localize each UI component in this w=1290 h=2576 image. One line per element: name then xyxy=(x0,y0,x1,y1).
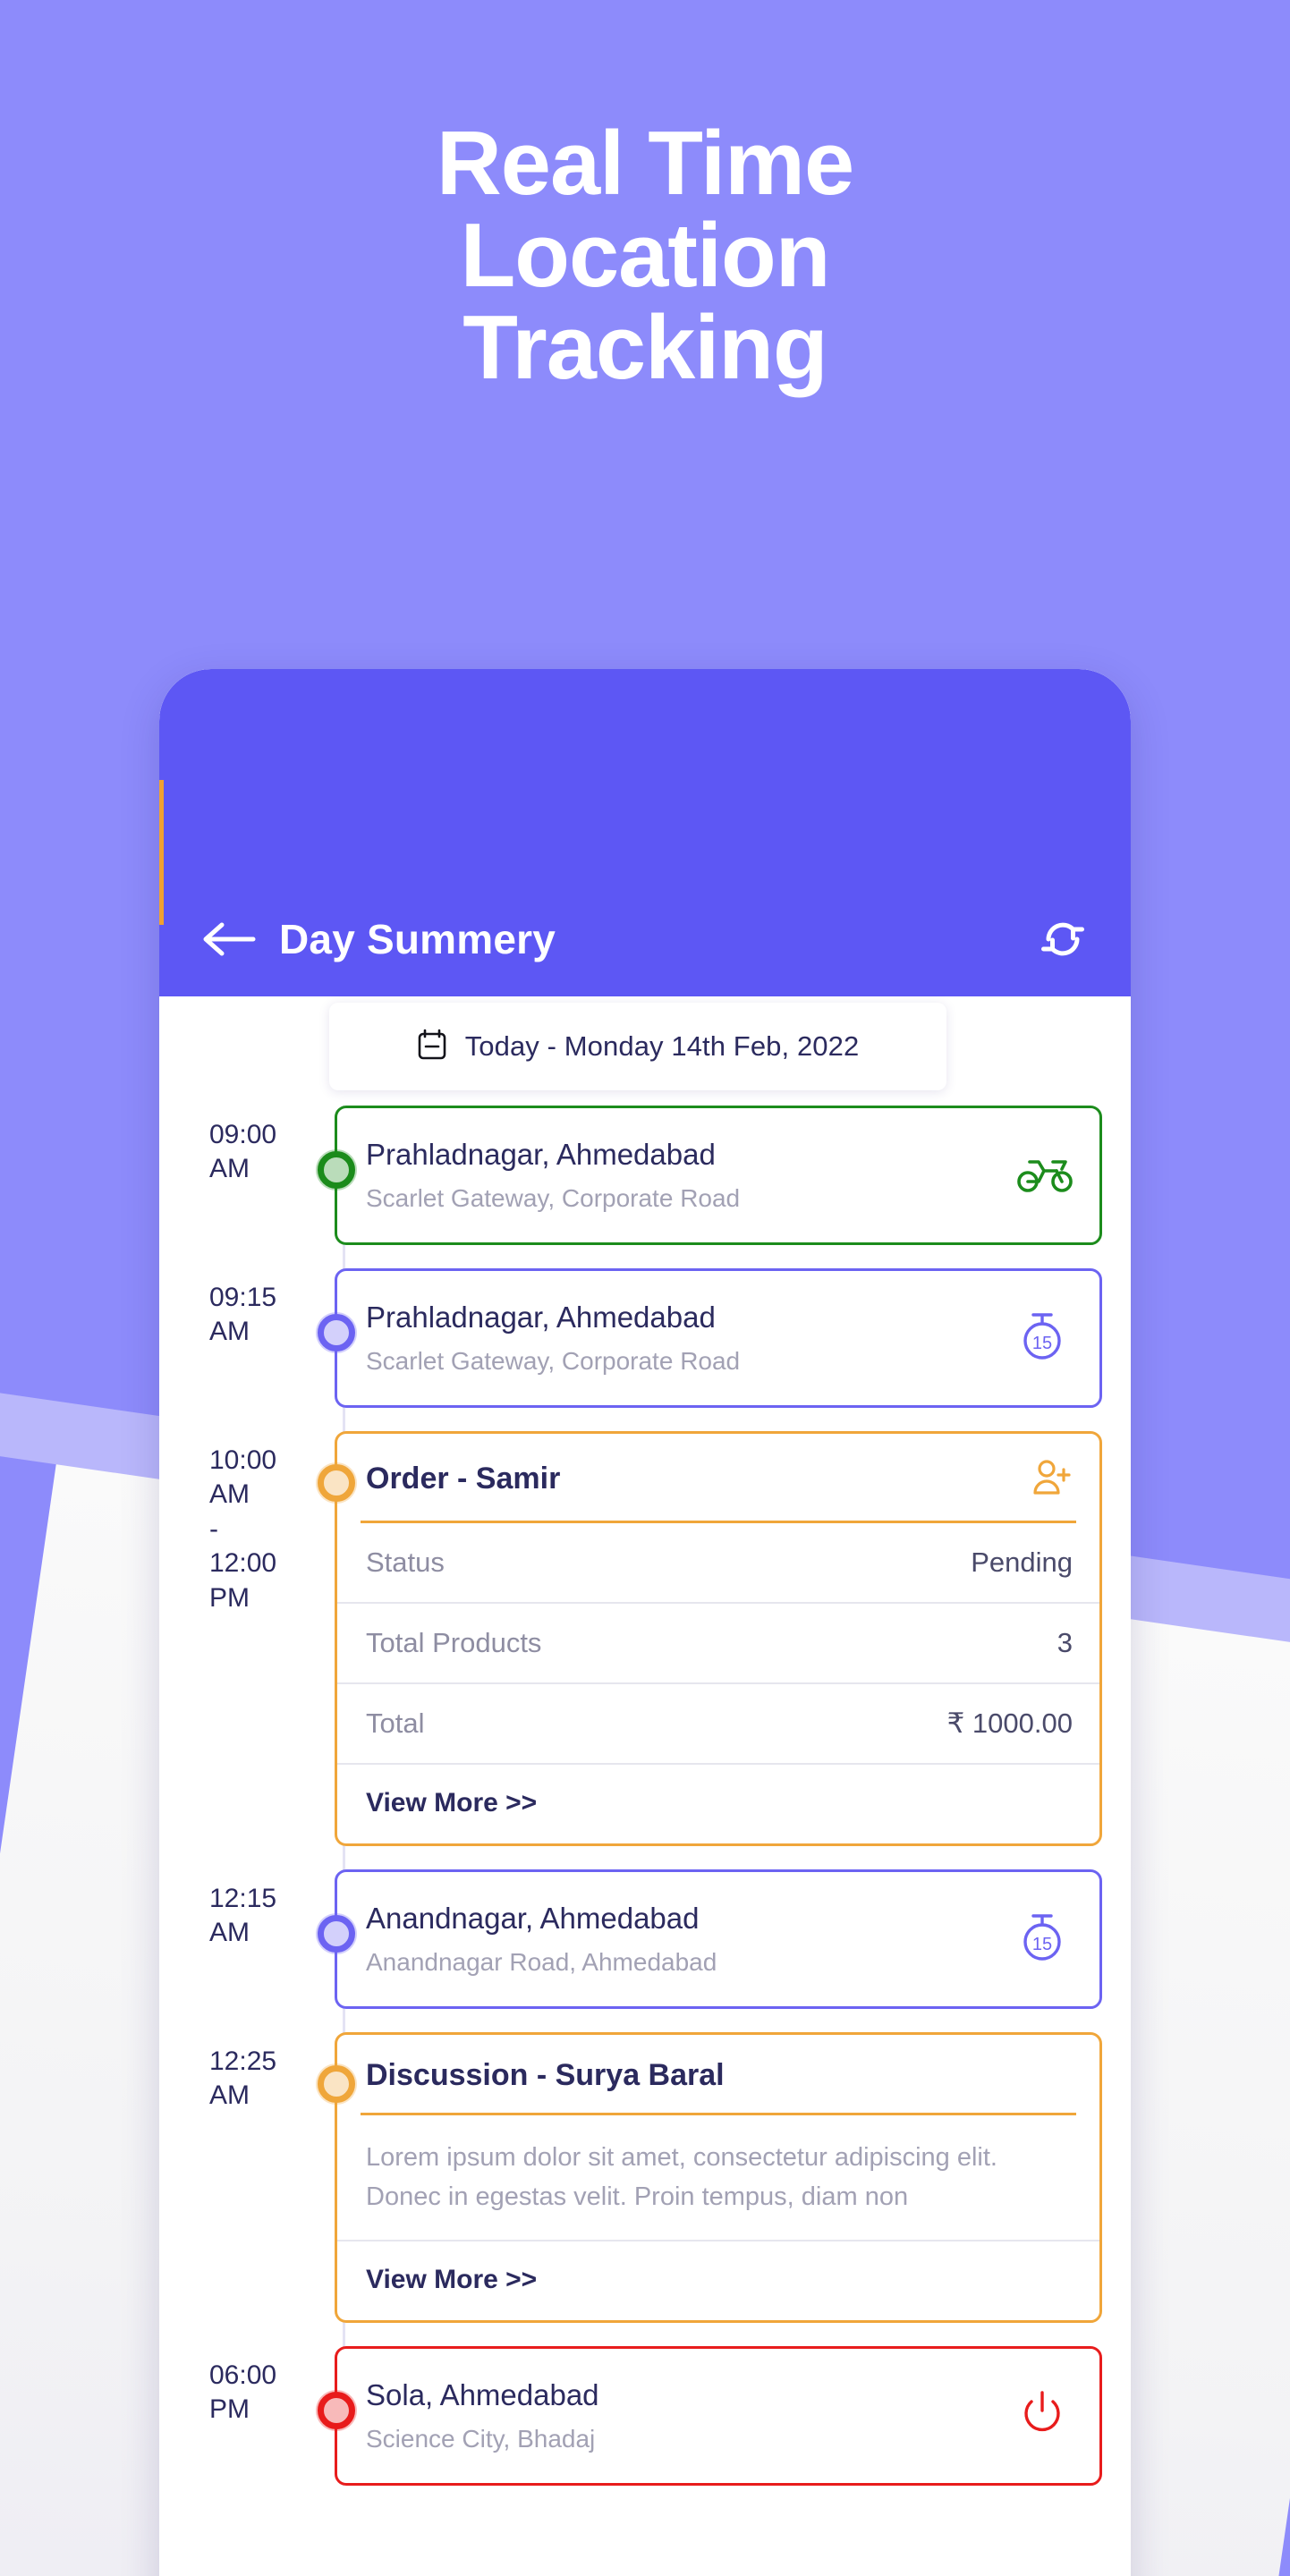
timeline-time: 10:00 AM - 12:00 PM xyxy=(159,1431,335,1846)
location-title: Anandnagar, Ahmedabad xyxy=(366,1902,700,1936)
timeline-dot xyxy=(316,2063,357,2105)
order-detail-row: Total Products 3 xyxy=(337,1604,1099,1684)
detail-value: 3 xyxy=(1057,1627,1073,1658)
time-segment: 12:00 xyxy=(209,1548,277,1579)
phone-mockup: Day Summery Today - Monday 14th Feb, 202… xyxy=(159,669,1131,2576)
detail-value: ₹ 1000.00 xyxy=(946,1707,1073,1739)
timeline-time: 09:00 AM xyxy=(159,1106,335,1245)
time-segment: 09:15 xyxy=(209,1283,277,1312)
stopwatch-value: 15 xyxy=(1032,1334,1052,1353)
timeline-time: 12:25 AM xyxy=(159,2032,335,2323)
timeline-dot xyxy=(316,2390,357,2431)
stopwatch-icon: 15 xyxy=(1017,1910,1073,1968)
decor-orange-sliver xyxy=(159,780,164,925)
location-card[interactable]: Prahladnagar, Ahmedabad Scarlet Gateway,… xyxy=(316,1268,1102,1408)
stopwatch-icon: 15 xyxy=(1017,1309,1073,1367)
view-more-link[interactable]: View More >> xyxy=(337,2241,1099,2320)
location-subtitle: Science City, Bhadaj xyxy=(366,2424,596,2453)
timeline-time: 09:15 AM xyxy=(159,1268,335,1408)
power-icon xyxy=(1017,2387,1073,2444)
timeline-row[interactable]: 09:00 AM Prahladnagar, Ahmedabad Scarlet… xyxy=(159,1106,1131,1245)
hero-line-2: Location xyxy=(460,206,831,307)
time-segment: 06:00 xyxy=(209,2360,277,2390)
page-title: Day Summery xyxy=(279,916,556,962)
hero-title: Real Time Location Tracking xyxy=(0,114,1290,399)
time-segment: 09:00 xyxy=(209,1120,277,1149)
detail-key: Total xyxy=(366,1707,425,1739)
stopwatch-value: 15 xyxy=(1032,1935,1052,1954)
timeline-dot xyxy=(316,1913,357,1954)
location-title: Sola, Ahmedabad xyxy=(366,2378,599,2412)
location-card[interactable]: Sola, Ahmedabad Science City, Bhadaj xyxy=(316,2346,1102,2486)
time-segment: 12:15 xyxy=(209,1884,277,1913)
detail-value: Pending xyxy=(971,1546,1073,1578)
discussion-body: Lorem ipsum dolor sit amet, consectetur … xyxy=(337,2115,1099,2241)
calendar-icon xyxy=(417,1029,447,1065)
location-subtitle: Scarlet Gateway, Corporate Road xyxy=(366,1183,741,1212)
detail-key: Status xyxy=(366,1546,445,1578)
app-screenshot: Real Time Location Tracking Day Summery xyxy=(0,0,1290,2576)
date-selector-chip[interactable]: Today - Monday 14th Feb, 2022 xyxy=(329,1003,946,1090)
date-label: Today - Monday 14th Feb, 2022 xyxy=(464,1030,860,1062)
time-segment: - xyxy=(209,1513,218,1544)
location-card[interactable]: Anandnagar, Ahmedabad Anandnagar Road, A… xyxy=(316,1869,1102,2009)
location-subtitle: Anandnagar Road, Ahmedabad xyxy=(366,1947,717,1976)
motorcycle-icon xyxy=(1017,1151,1073,1199)
order-card[interactable]: Order - Samir Status Pending Total Produ… xyxy=(316,1431,1102,1846)
person-add-icon[interactable] xyxy=(1030,1457,1073,1501)
timeline-dot xyxy=(316,1149,357,1191)
location-subtitle: Scarlet Gateway, Corporate Road xyxy=(366,1346,741,1375)
order-detail-row: Status Pending xyxy=(337,1523,1099,1604)
detail-key: Total Products xyxy=(366,1627,542,1658)
refresh-icon[interactable] xyxy=(1038,914,1088,964)
time-segment: 10:00 xyxy=(209,1445,277,1475)
order-detail-row: Total ₹ 1000.00 xyxy=(337,1684,1099,1765)
timeline-row[interactable]: 12:25 AM Discussion - Surya Baral Lorem … xyxy=(159,2032,1131,2323)
order-title: Order - Samir xyxy=(366,1462,561,1496)
timeline-row[interactable]: 09:15 AM Prahladnagar, Ahmedabad Scarlet… xyxy=(159,1268,1131,1408)
timeline-row[interactable]: 12:15 AM Anandnagar, Ahmedabad Anandnaga… xyxy=(159,1869,1131,2009)
discussion-card[interactable]: Discussion - Surya Baral Lorem ipsum dol… xyxy=(316,2032,1102,2323)
location-title: Prahladnagar, Ahmedabad xyxy=(366,1138,716,1172)
hero-line-3: Tracking xyxy=(463,298,827,399)
hero-line-1: Real Time xyxy=(436,114,854,214)
timeline-dot xyxy=(316,1462,357,1504)
location-card[interactable]: Prahladnagar, Ahmedabad Scarlet Gateway,… xyxy=(316,1106,1102,1245)
app-bar: Day Summery xyxy=(159,669,1131,996)
location-title: Prahladnagar, Ahmedabad xyxy=(366,1301,716,1335)
arrow-left-icon[interactable] xyxy=(202,920,258,958)
timeline-row[interactable]: 10:00 AM - 12:00 PM Order - Samir Status… xyxy=(159,1431,1131,1846)
timeline-time: 12:15 AM xyxy=(159,1869,335,2009)
timeline-list[interactable]: 09:00 AM Prahladnagar, Ahmedabad Scarlet… xyxy=(159,1106,1131,2486)
timeline-time: 06:00 PM xyxy=(159,2346,335,2486)
view-more-link[interactable]: View More >> xyxy=(337,1765,1099,1843)
discussion-title: Discussion - Surya Baral xyxy=(366,2058,725,2092)
time-segment: PM xyxy=(209,1582,250,1613)
timeline-dot xyxy=(316,1312,357,1353)
time-segment: 12:25 xyxy=(209,2046,277,2076)
timeline-row[interactable]: 06:00 PM Sola, Ahmedabad Science City, B… xyxy=(159,2346,1131,2486)
